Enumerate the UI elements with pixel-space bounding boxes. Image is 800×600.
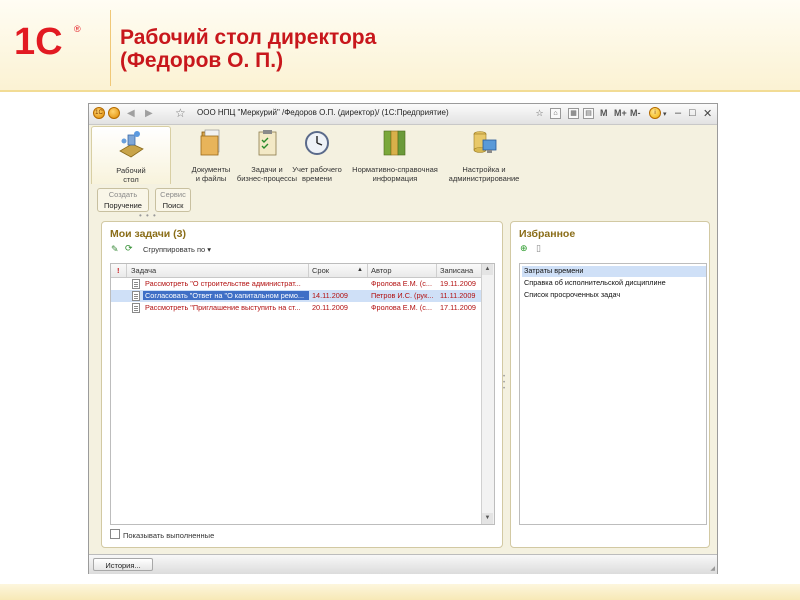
table-row[interactable]: Рассмотреть "О строительстве администрат…	[111, 278, 483, 290]
desktop-icon	[119, 131, 144, 158]
service-group: Сервис Поиск	[155, 188, 191, 212]
memory-plus-button[interactable]: M+	[614, 108, 627, 118]
task-cell: Согласовать "Ответ на "О капитальном рем…	[143, 291, 309, 300]
status-bar: История... ◢	[89, 554, 717, 574]
section-admin[interactable]: Настройка и администрирование	[439, 126, 529, 184]
section-reference[interactable]: Нормативно-справочная информация	[347, 126, 443, 184]
show-completed-label: Показывать выполненные	[123, 531, 215, 540]
home-icon[interactable]: ⌂	[550, 108, 561, 119]
due-cell: 20.11.2009	[312, 303, 348, 312]
recorded-cell: 11.11.2009	[440, 291, 476, 300]
table-header: ! Задача Срок ▲ Автор Записана	[111, 264, 483, 278]
edit-icon[interactable]: ✎	[111, 244, 119, 255]
slide-footer	[0, 584, 800, 600]
section-label: Настройка и администрирование	[448, 165, 520, 183]
calculator-icon[interactable]: ▤	[583, 108, 594, 119]
column-header-flag[interactable]: !	[117, 266, 120, 275]
table-row[interactable]: Рассмотреть "Приглашение выступить на ст…	[111, 302, 483, 314]
close-button[interactable]: ✕	[703, 107, 712, 120]
section-time[interactable]: Учет рабочего времени	[277, 126, 357, 184]
recorded-cell: 19.11.2009	[440, 279, 476, 288]
logo-mark: ®	[74, 24, 81, 34]
service-group-title: Сервис	[160, 190, 186, 199]
table-row[interactable]: Согласовать "Ответ на "О капитальном рем…	[111, 290, 483, 302]
calendar-icon[interactable]: ▦	[568, 108, 579, 119]
memory-minus-button[interactable]: M-	[630, 108, 641, 118]
refresh-icon[interactable]: ⟳	[125, 243, 133, 254]
task-doc-icon	[132, 303, 140, 313]
forward-arrow-icon[interactable]: ▶	[145, 108, 153, 119]
main-menu-icon[interactable]	[108, 107, 120, 119]
window-title: ООО НПЦ "Меркурий" /Федоров О.П. (директ…	[197, 108, 449, 117]
add-icon[interactable]: ⊕	[520, 243, 528, 254]
chevron-down-icon[interactable]: ▾	[663, 110, 667, 118]
task-doc-icon	[132, 291, 140, 301]
1c-logo: 1С ®	[14, 21, 81, 60]
tasks-panel-title: Мои задачи (3)	[110, 228, 186, 240]
logo-text: 1С	[14, 21, 63, 60]
task-cell: Рассмотреть "О строительстве администрат…	[145, 279, 301, 288]
scroll-down-icon[interactable]: ▼	[482, 513, 493, 524]
info-icon[interactable]: i	[649, 107, 661, 119]
document-icon[interactable]: ▯	[536, 243, 541, 254]
favorites-list: Затраты времени Справка об исполнительск…	[519, 263, 707, 525]
app-window: 1С ◀ ▶ ☆ ООО НПЦ "Меркурий" /Федоров О.П…	[88, 103, 718, 574]
author-cell: Фролова Е.М. (с...	[371, 303, 432, 312]
show-completed-toggle[interactable]: Показывать выполненные	[110, 529, 214, 540]
show-completed-checkbox[interactable]	[110, 529, 120, 539]
documents-icon	[200, 129, 220, 156]
favorite-star-icon[interactable]: ☆	[534, 108, 545, 119]
binders-icon	[383, 130, 406, 156]
table-scrollbar[interactable]: ▲ ▼	[481, 264, 494, 524]
recorded-cell: 17.11.2009	[440, 303, 476, 312]
section-label: Нормативно-справочная информация	[352, 165, 438, 183]
column-header-due[interactable]: Срок	[312, 266, 329, 275]
list-item[interactable]: Справка об исполнительской дисциплине	[522, 278, 706, 289]
minimize-button[interactable]: –	[675, 107, 681, 119]
task-doc-icon	[132, 279, 140, 289]
due-cell: 14.11.2009	[312, 291, 348, 300]
section-desktop[interactable]: Рабочий стол	[91, 126, 171, 184]
resize-grip-icon[interactable]: ◢	[710, 565, 715, 572]
slide-title: Рабочий стол директора (Федоров О. П.)	[120, 26, 377, 72]
list-item[interactable]: Список просроченных задач	[522, 290, 706, 301]
column-header-task[interactable]: Задача	[131, 266, 156, 275]
task-cell: Рассмотреть "Приглашение выступить на ст…	[145, 303, 301, 312]
tasks-table: ! Задача Срок ▲ Автор Записана Рассмотре…	[110, 263, 495, 525]
tasks-panel: Мои задачи (3) ✎ ⟳ Сгруппировать по ▾ ! …	[101, 221, 503, 548]
group-by-button[interactable]: Сгруппировать по ▾	[143, 245, 211, 254]
search-button[interactable]: Поиск	[156, 201, 190, 210]
panel-resize-handle[interactable]: • • •	[139, 211, 157, 220]
section-label: Рабочий стол	[116, 166, 146, 184]
scroll-up-icon[interactable]: ▲	[482, 264, 493, 275]
star-icon[interactable]: ☆	[175, 106, 186, 120]
column-header-author[interactable]: Автор	[371, 266, 392, 275]
maximize-button[interactable]: □	[689, 107, 696, 119]
memory-button[interactable]: M	[600, 108, 608, 118]
list-item[interactable]: Затраты времени	[522, 266, 706, 277]
column-header-recorded[interactable]: Записана	[440, 266, 473, 275]
header-divider	[0, 90, 800, 92]
favorites-panel-title: Избранное	[519, 228, 576, 240]
author-cell: Петров И.С. (рук...	[371, 291, 434, 300]
create-group: Создать Поручение	[97, 188, 149, 212]
app-badge-icon[interactable]: 1С	[93, 107, 105, 119]
logo-separator	[110, 10, 111, 86]
admin-icon	[473, 131, 497, 153]
clock-icon	[305, 131, 329, 155]
panel-splitter[interactable]: • • •	[503, 374, 505, 392]
create-order-button[interactable]: Поручение	[98, 201, 148, 210]
title-bar: 1С ◀ ▶ ☆ ООО НПЦ "Меркурий" /Федоров О.П…	[89, 104, 717, 125]
section-label: Учет рабочего времени	[292, 165, 342, 183]
history-button[interactable]: История...	[93, 558, 153, 571]
favorites-panel: Избранное ⊕ ▯ Затраты времени Справка об…	[510, 221, 710, 548]
sort-arrow-icon[interactable]: ▲	[357, 267, 363, 273]
back-arrow-icon[interactable]: ◀	[127, 108, 135, 119]
author-cell: Фролова Е.М. (с...	[371, 279, 432, 288]
create-group-title: Создать	[108, 190, 138, 199]
